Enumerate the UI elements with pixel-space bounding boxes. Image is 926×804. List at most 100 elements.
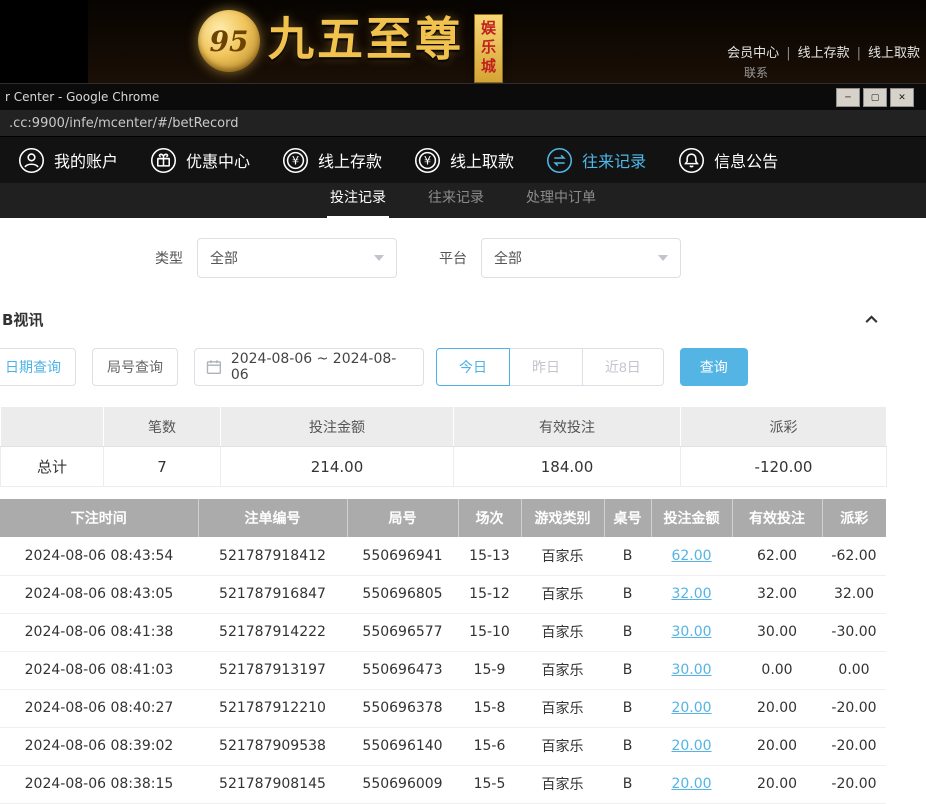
type-select[interactable]: 全部: [197, 238, 397, 278]
summary-header-row: 笔数 投注金额 有效投注 派彩: [1, 407, 887, 447]
round-id: 550696577: [347, 613, 458, 651]
round-id: 550696009: [347, 765, 458, 803]
deposit-coin-icon: ¥: [282, 147, 309, 174]
valid-bet: 20.00: [732, 689, 822, 727]
order-id: 521787918412: [198, 537, 347, 575]
col-payout: 派彩: [822, 499, 886, 537]
date-query-button[interactable]: 日期查询: [0, 348, 76, 386]
summary-payout-value: -120.00: [681, 447, 887, 487]
col-table-no: 桌号: [604, 499, 651, 537]
table-no: B: [604, 765, 651, 803]
main-nav: 我的账户 优惠中心 ¥ 线上存款 ¥ 线上取款 往来记录 信息公告: [0, 137, 926, 183]
header-link-member-center[interactable]: 会员中心: [727, 46, 779, 61]
table-no: B: [604, 575, 651, 613]
nav-item-my-account[interactable]: 我的账户: [2, 137, 134, 183]
summary-header-payout: 派彩: [681, 407, 887, 447]
nav-item-announcements[interactable]: 信息公告: [662, 137, 794, 183]
table-no: B: [604, 727, 651, 765]
bell-icon: [678, 147, 705, 174]
tab-bar: 投注记录 往来记录 处理中订单: [0, 183, 926, 218]
game-type: 百家乐: [521, 537, 604, 575]
summary-header-valid: 有效投注: [454, 407, 681, 447]
summary-total-row: 总计 7 214.00 184.00 -120.00: [1, 447, 887, 487]
round-id: 550696805: [347, 575, 458, 613]
valid-bet: 0.00: [732, 651, 822, 689]
section-title: B视讯: [2, 309, 43, 330]
bet-amount-link[interactable]: 30.00: [671, 624, 711, 640]
date-range-value: 2024-08-06 ~ 2024-08-06: [231, 351, 412, 383]
nav-item-records[interactable]: 往来记录: [530, 137, 662, 183]
background-block: [0, 0, 88, 83]
order-id: 521787913197: [198, 651, 347, 689]
summary-table: 笔数 投注金额 有效投注 派彩 总计 7 214.00 184.00 -120.…: [0, 406, 887, 487]
tab-transaction-records[interactable]: 往来记录: [425, 183, 487, 218]
header-link-deposit[interactable]: 线上存款: [798, 46, 850, 61]
nav-item-label: 往来记录: [582, 148, 646, 172]
svg-text:¥: ¥: [292, 153, 299, 167]
order-id: 521787914222: [198, 613, 347, 651]
valid-bet: 20.00: [732, 765, 822, 803]
bet-amount-link[interactable]: 30.00: [671, 662, 711, 678]
nav-item-deposit[interactable]: ¥ 线上存款: [266, 137, 398, 183]
table-row: 2024-08-06 08:39:02 521787909538 5506961…: [0, 727, 886, 765]
bet-amount-link[interactable]: 20.00: [671, 700, 711, 716]
summary-count-value: 7: [104, 447, 221, 487]
bet-records-table: 下注时间 注单编号 局号 场次 游戏类别 桌号 投注金额 有效投注 派彩 202…: [0, 499, 886, 804]
close-button[interactable]: ✕: [890, 88, 914, 107]
minimize-button[interactable]: ─: [836, 88, 860, 107]
platform-filter-label: 平台: [439, 248, 467, 268]
yesterday-button[interactable]: 昨日: [509, 348, 583, 386]
type-filter-label: 类型: [155, 248, 183, 268]
payout: -20.00: [822, 765, 886, 803]
site-header: 95 九五至尊 娱乐城 会员中心|线上存款|线上取款 联系: [0, 0, 926, 83]
valid-bet: 62.00: [732, 537, 822, 575]
payout: -30.00: [822, 613, 886, 651]
table-no: B: [604, 613, 651, 651]
round-id: 550696473: [347, 651, 458, 689]
svg-text:¥: ¥: [424, 153, 431, 167]
tab-bet-records[interactable]: 投注记录: [327, 183, 389, 218]
header-link-withdraw[interactable]: 线上取款: [868, 46, 920, 61]
maximize-button[interactable]: ▢: [863, 88, 887, 107]
bet-amount-link[interactable]: 20.00: [671, 738, 711, 754]
order-id: 521787909538: [198, 727, 347, 765]
logo-coin-text: 95: [210, 25, 249, 58]
header-partial-text: 联系: [744, 64, 768, 81]
site-logo: 95 九五至尊 娱乐城: [198, 2, 545, 83]
window-title: r Center - Google Chrome: [5, 90, 159, 104]
date-range-input[interactable]: 2024-08-06 ~ 2024-08-06: [194, 348, 424, 386]
summary-total-label: 总计: [1, 447, 104, 487]
nav-item-withdraw[interactable]: ¥ 线上取款: [398, 137, 530, 183]
url-text[interactable]: .cc:9900/infe/mcenter/#/betRecord: [9, 116, 238, 131]
payout: -20.00: [822, 689, 886, 727]
bet-time: 2024-08-06 08:38:15: [0, 765, 198, 803]
nav-item-promotions[interactable]: 优惠中心: [134, 137, 266, 183]
search-button[interactable]: 查询: [680, 348, 748, 386]
collapse-section-button[interactable]: [863, 311, 880, 328]
session: 15-10: [458, 613, 521, 651]
platform-select[interactable]: 全部: [481, 238, 681, 278]
bet-amount-link[interactable]: 32.00: [671, 586, 711, 602]
table-row: 2024-08-06 08:43:54 521787918412 5506969…: [0, 537, 886, 575]
link-separator: |: [786, 46, 790, 61]
tab-pending-orders[interactable]: 处理中订单: [523, 183, 599, 218]
last-8-days-button[interactable]: 近8日: [582, 348, 664, 386]
col-bet-time: 下注时间: [0, 499, 198, 537]
calendar-icon: [206, 359, 222, 375]
window-controls: ─ ▢ ✕: [836, 88, 914, 107]
payout: 32.00: [822, 575, 886, 613]
session: 15-5: [458, 765, 521, 803]
game-type: 百家乐: [521, 651, 604, 689]
order-id: 521787916847: [198, 575, 347, 613]
header-links: 会员中心|线上存款|线上取款: [727, 42, 920, 61]
bet-amount-link[interactable]: 62.00: [671, 548, 711, 564]
today-button[interactable]: 今日: [436, 348, 510, 386]
bet-amount-link[interactable]: 20.00: [671, 776, 711, 792]
game-type: 百家乐: [521, 613, 604, 651]
round-query-button[interactable]: 局号查询: [92, 348, 178, 386]
payout: -20.00: [822, 727, 886, 765]
browser-titlebar: r Center - Google Chrome ─ ▢ ✕: [0, 83, 926, 110]
payout: 0.00: [822, 651, 886, 689]
table-row: 2024-08-06 08:40:27 521787912210 5506963…: [0, 689, 886, 727]
browser-address-bar[interactable]: .cc:9900/infe/mcenter/#/betRecord: [0, 110, 926, 137]
